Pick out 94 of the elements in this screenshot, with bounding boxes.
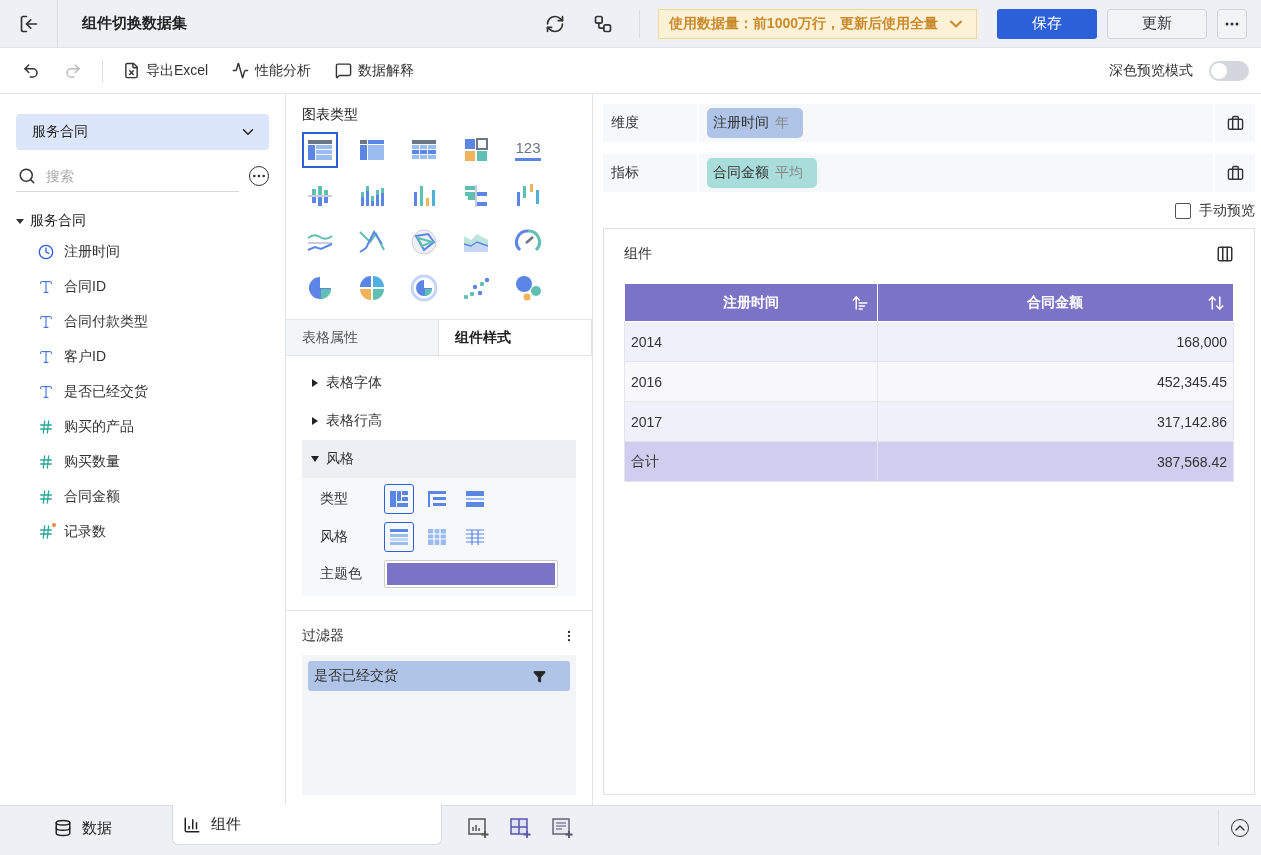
option-label: 主题色 (320, 565, 363, 583)
columns-icon[interactable] (1216, 245, 1234, 263)
activity-icon (232, 62, 250, 79)
field-item[interactable]: 是否已经交货 (64, 382, 148, 401)
total-cell: 387,568.42 (877, 441, 1234, 482)
toolbar-button[interactable]: 导出Excel (113, 55, 219, 86)
table-layout-icon (465, 528, 485, 546)
section-title: 过滤器 (302, 627, 344, 645)
bottom-tab[interactable]: 组件 (172, 805, 442, 845)
option-label: 风格 (320, 528, 349, 546)
field-item[interactable]: 客户ID (64, 347, 106, 366)
section-header[interactable]: 风格 (302, 440, 576, 478)
add-layout-icon[interactable] (510, 817, 532, 839)
table-cell: 2017 (624, 401, 878, 442)
table-cell: 317,142.86 (877, 401, 1234, 442)
search-field[interactable]: 搜索 (44, 166, 239, 185)
update-button[interactable]: 更新 (1107, 8, 1207, 39)
field-item[interactable]: 购买数量 (64, 452, 120, 471)
field-item[interactable]: 注册时间 (64, 242, 120, 261)
comment-icon (335, 62, 353, 79)
clock-icon (38, 243, 54, 260)
filter-chip[interactable]: 是否已经交货 (308, 661, 570, 691)
checkbox[interactable] (1175, 203, 1191, 219)
save-button[interactable]: 保存 (997, 8, 1097, 39)
hash-icon (38, 453, 54, 470)
chart-type-icon (306, 274, 334, 302)
table-layout-icon (389, 490, 409, 508)
section-title: 图表类型 (302, 106, 359, 124)
chart-type-icon (358, 228, 386, 256)
toolbar-button[interactable]: 数据解释 (325, 55, 425, 86)
chart-type-icon (514, 274, 542, 302)
field-pill[interactable]: 注册时间 年 (707, 108, 803, 138)
window-title: 组件切换数据集 (82, 14, 188, 33)
more-icon (1225, 21, 1239, 26)
table-layout-icon (427, 490, 447, 508)
chart-type-icon (358, 274, 386, 302)
tree-folder[interactable]: 服务合同 (16, 208, 269, 234)
chart-type-icon (410, 274, 438, 302)
chart-type-button[interactable] (302, 132, 338, 168)
table-layout-icon (389, 528, 409, 546)
briefcase-icon[interactable] (1226, 164, 1244, 182)
column-header[interactable]: 合同金额 (877, 283, 1234, 322)
add-chart-icon[interactable] (468, 817, 490, 839)
chart-icon (183, 815, 201, 834)
table-type-option[interactable] (384, 484, 414, 514)
chart-type-icon (462, 182, 490, 210)
briefcase-icon[interactable] (1226, 114, 1244, 132)
hash-icon (38, 418, 54, 435)
field-item[interactable]: 购买的产品 (64, 417, 134, 436)
sort-icon[interactable] (1207, 294, 1225, 312)
bottom-tab[interactable]: 数据 (0, 805, 172, 851)
undo-icon (22, 61, 40, 80)
dark-mode-label: 深色预览模式 (1109, 61, 1193, 80)
chart-type-icon (462, 136, 490, 164)
total-cell: 合计 (624, 441, 878, 482)
excel-icon (123, 62, 140, 79)
text-type-icon (38, 278, 54, 295)
table-cell: 168,000 (877, 321, 1234, 362)
exit-icon[interactable] (18, 13, 39, 34)
sort-ascending-icon[interactable] (850, 294, 869, 312)
redo-icon (64, 61, 82, 80)
field-label: 指标 (603, 154, 699, 192)
hash-icon (38, 488, 54, 505)
count-icon (38, 523, 54, 540)
text-type-icon (38, 348, 54, 365)
toolbar-button[interactable]: 性能分析 (222, 55, 322, 86)
text-type-icon (38, 383, 54, 400)
column-header[interactable]: 注册时间 (624, 283, 878, 322)
chart-type-icon (410, 228, 438, 256)
flow-icon[interactable] (592, 13, 613, 34)
field-item[interactable]: 记录数 (64, 522, 106, 541)
search-icon (18, 166, 36, 185)
widget-title: 组件 (624, 245, 652, 263)
refresh-icon[interactable] (544, 13, 565, 34)
field-item[interactable]: 合同金额 (64, 487, 120, 506)
option-label: 类型 (320, 490, 349, 508)
table-cell: 2016 (624, 361, 878, 402)
add-text-icon[interactable] (552, 817, 574, 839)
table-layout-icon (465, 490, 485, 508)
text-type-icon (38, 313, 54, 330)
dataset-select[interactable]: 服务合同 (16, 114, 269, 150)
database-icon (54, 819, 72, 837)
filter-icon[interactable] (533, 669, 546, 683)
field-item[interactable]: 合同ID (64, 277, 106, 296)
table-cell: 2014 (624, 321, 878, 362)
property-tab[interactable]: 表格属性 (286, 320, 439, 355)
table-layout-icon (427, 528, 447, 546)
table-cell: 452,345.45 (877, 361, 1234, 402)
field-pill[interactable]: 合同金额 平均 (707, 158, 817, 188)
checkbox-label: 手动预览 (1199, 202, 1255, 220)
table-style-option[interactable] (384, 522, 414, 552)
field-label: 维度 (603, 104, 699, 142)
field-item[interactable]: 合同付款类型 (64, 312, 148, 331)
dark-mode-toggle[interactable] (1209, 60, 1249, 81)
